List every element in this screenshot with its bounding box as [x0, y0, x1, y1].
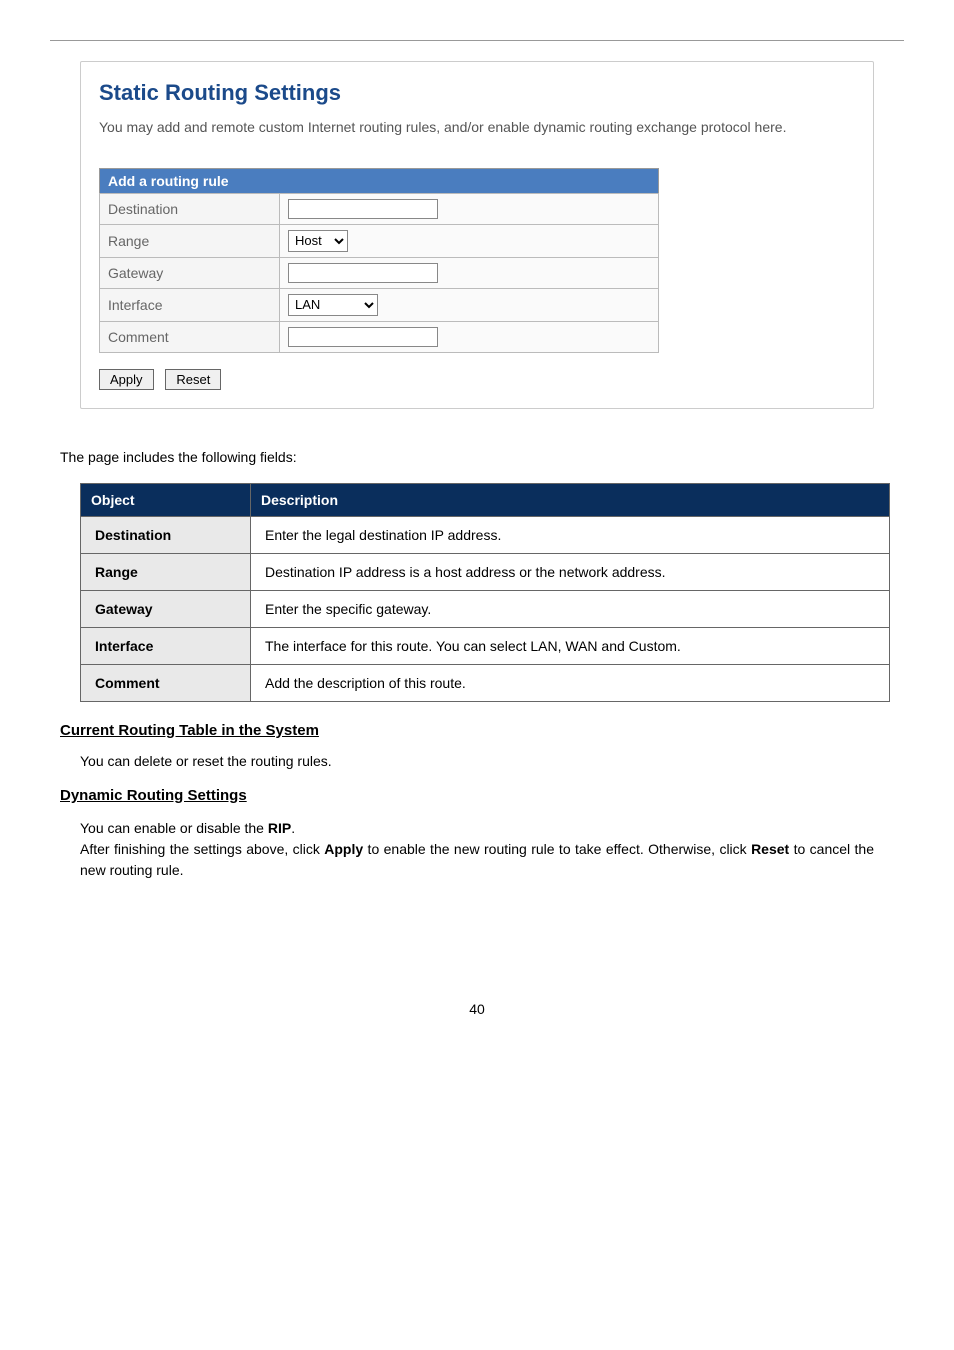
table-row: Range Destination IP address is a host a… — [81, 553, 890, 590]
interface-label: Interface — [100, 288, 280, 321]
object-cell: Gateway — [81, 590, 251, 627]
routing-form-table: Destination Range Host Gateway Interface — [99, 193, 659, 353]
dyn-text-1a: You can enable or disable the — [80, 820, 268, 836]
desc-cell: The interface for this route. You can se… — [251, 627, 890, 664]
gateway-cell — [280, 257, 659, 288]
comment-cell — [280, 321, 659, 352]
table-row: Interface The interface for this route. … — [81, 627, 890, 664]
page-number: 40 — [50, 1001, 904, 1017]
row-comment: Comment — [100, 321, 659, 352]
dyn-text-2a: After finishing the settings above, clic… — [80, 841, 324, 857]
object-header: Object — [81, 483, 251, 516]
range-cell: Host — [280, 224, 659, 257]
dynamic-routing-text: You can enable or disable the RIP. After… — [80, 818, 874, 881]
dynamic-routing-heading: Dynamic Routing Settings — [60, 787, 904, 804]
apply-button[interactable]: Apply — [99, 369, 154, 390]
range-select[interactable]: Host — [288, 230, 348, 252]
panel-title: Static Routing Settings — [99, 80, 855, 106]
static-routing-panel: Static Routing Settings You may add and … — [80, 61, 874, 409]
interface-cell: LAN — [280, 288, 659, 321]
row-gateway: Gateway — [100, 257, 659, 288]
reset-button[interactable]: Reset — [165, 369, 221, 390]
row-range: Range Host — [100, 224, 659, 257]
table-row: Destination Enter the legal destination … — [81, 516, 890, 553]
comment-label: Comment — [100, 321, 280, 352]
desc-cell: Enter the specific gateway. — [251, 590, 890, 627]
desc-header-row: Object Description — [81, 483, 890, 516]
top-divider — [50, 40, 904, 41]
destination-cell — [280, 193, 659, 224]
description-header: Description — [251, 483, 890, 516]
object-cell: Interface — [81, 627, 251, 664]
form-section-header: Add a routing rule — [99, 168, 659, 193]
interface-select[interactable]: LAN — [288, 294, 378, 316]
dyn-text-1c: . — [291, 820, 295, 836]
row-interface: Interface LAN — [100, 288, 659, 321]
field-description-table: Object Description Destination Enter the… — [80, 483, 890, 702]
current-routing-text: You can delete or reset the routing rule… — [80, 753, 894, 769]
range-label: Range — [100, 224, 280, 257]
desc-cell: Add the description of this route. — [251, 664, 890, 701]
object-cell: Range — [81, 553, 251, 590]
rip-bold: RIP — [268, 820, 291, 836]
destination-input[interactable] — [288, 199, 438, 219]
intro-text: The page includes the following fields: — [60, 449, 894, 465]
dyn-text-2b: to enable the new routing rule to take e… — [363, 841, 751, 857]
apply-bold: Apply — [324, 841, 363, 857]
row-destination: Destination — [100, 193, 659, 224]
destination-label: Destination — [100, 193, 280, 224]
table-row: Gateway Enter the specific gateway. — [81, 590, 890, 627]
current-routing-heading: Current Routing Table in the System — [60, 722, 904, 739]
gateway-label: Gateway — [100, 257, 280, 288]
table-row: Comment Add the description of this rout… — [81, 664, 890, 701]
object-cell: Comment — [81, 664, 251, 701]
desc-cell: Destination IP address is a host address… — [251, 553, 890, 590]
comment-input[interactable] — [288, 327, 438, 347]
reset-bold: Reset — [751, 841, 789, 857]
panel-description: You may add and remote custom Internet r… — [99, 118, 855, 138]
desc-cell: Enter the legal destination IP address. — [251, 516, 890, 553]
object-cell: Destination — [81, 516, 251, 553]
button-row: Apply Reset — [99, 369, 855, 390]
gateway-input[interactable] — [288, 263, 438, 283]
